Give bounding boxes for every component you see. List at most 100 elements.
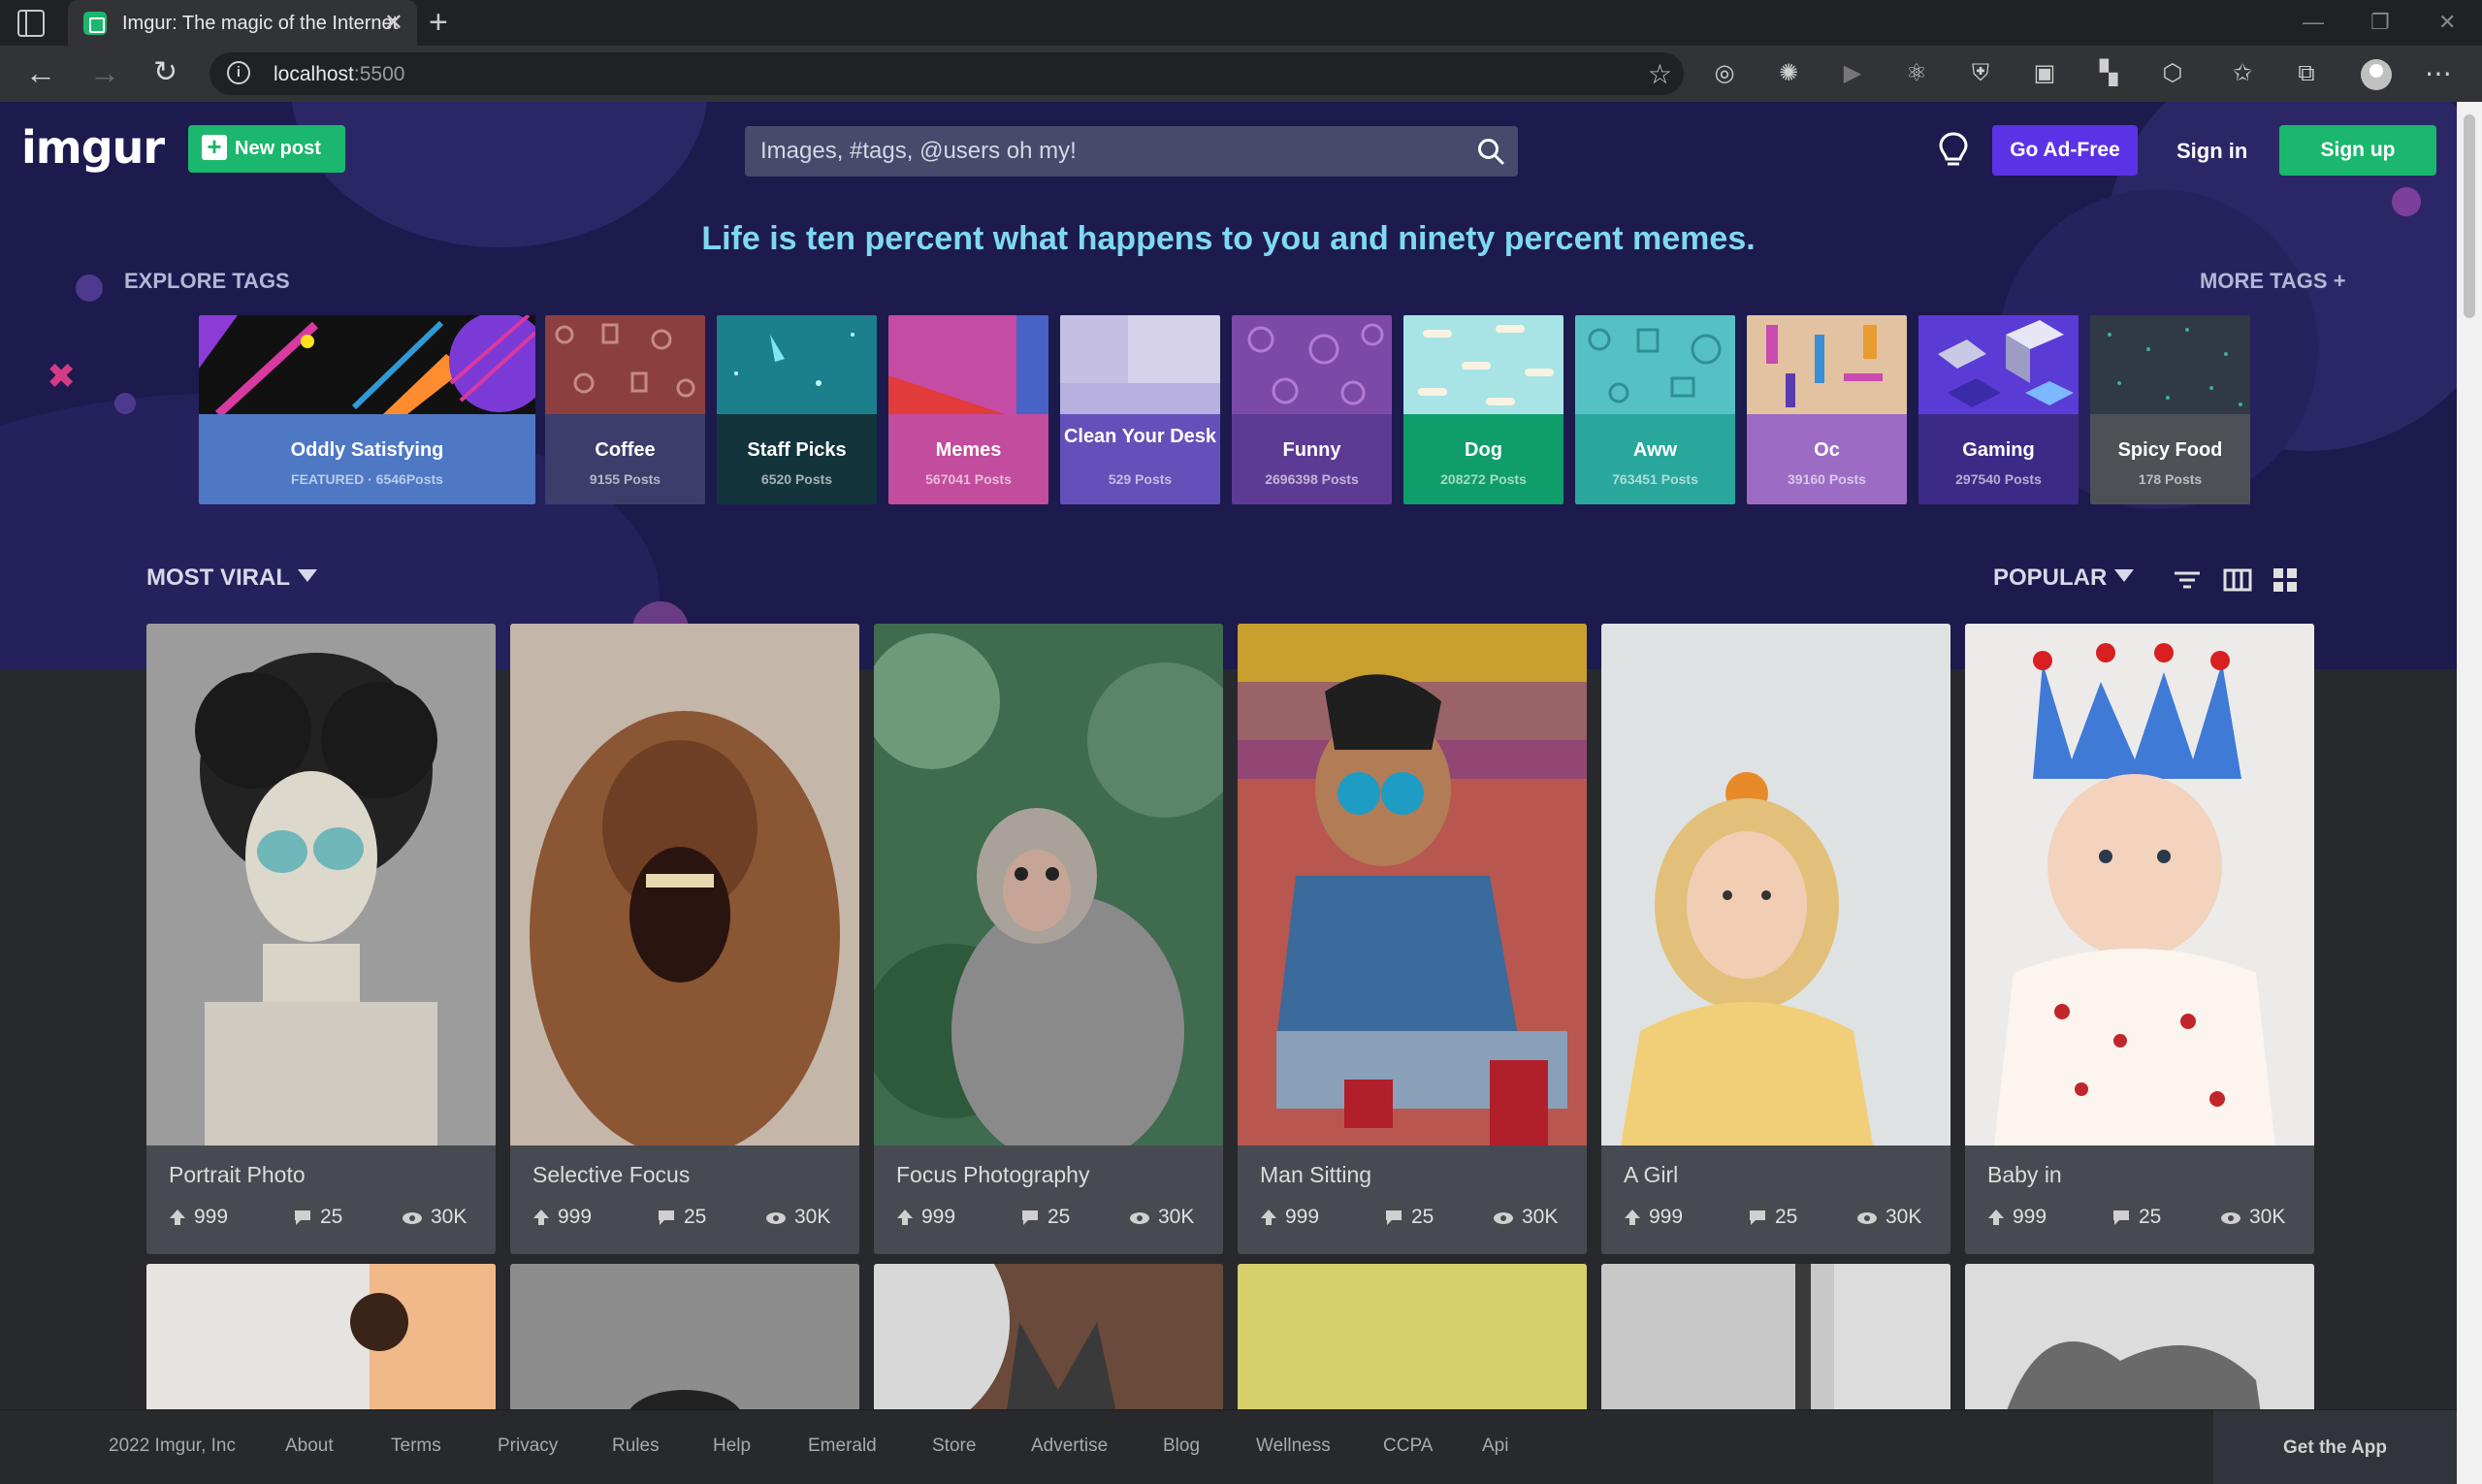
comment-stat[interactable]: 25: [1748, 1206, 1797, 1229]
url-host: localhost: [274, 63, 354, 85]
footer-link-emerald[interactable]: Emerald: [808, 1436, 877, 1457]
new-post-label: New post: [235, 138, 321, 159]
footer-link-rules[interactable]: Rules: [612, 1436, 660, 1457]
url-field[interactable]: i localhost:5500 ☆: [210, 52, 1684, 95]
sign-in-link[interactable]: Sign in: [2176, 139, 2247, 164]
forward-icon[interactable]: →: [89, 55, 120, 91]
extension-play-icon[interactable]: ▶: [1839, 60, 1866, 87]
comment-icon: [2113, 1210, 2129, 1225]
collections-icon[interactable]: ⧉: [2293, 60, 2320, 87]
comment-stat[interactable]: 25: [1384, 1206, 1434, 1229]
footer-link-store[interactable]: Store: [932, 1436, 976, 1457]
footer-link-wellness[interactable]: Wellness: [1256, 1436, 1331, 1457]
imgur-favicon-icon: [83, 12, 107, 35]
waterfall-view-icon[interactable]: [2223, 565, 2252, 595]
tag-name: Memes: [935, 439, 1002, 461]
comment-stat[interactable]: 25: [657, 1206, 706, 1229]
search-input[interactable]: [745, 126, 1453, 177]
grid-view-icon[interactable]: [2271, 565, 2300, 595]
tag-clean-your-desk[interactable]: Clean Your Desk 529 Posts: [1060, 315, 1220, 504]
footer-link-help[interactable]: Help: [713, 1436, 751, 1457]
new-post-button[interactable]: + New post: [188, 125, 345, 173]
scrollbar-thumb[interactable]: [2464, 114, 2475, 318]
footer-link-ccpa[interactable]: CCPA: [1383, 1436, 1433, 1457]
url-text: localhost:5500: [274, 63, 404, 86]
upvote-stat[interactable]: 999: [896, 1206, 955, 1229]
footer-link-advertise[interactable]: Advertise: [1031, 1436, 1108, 1457]
minimize-icon[interactable]: —: [2303, 10, 2324, 35]
sign-up-button[interactable]: Sign up: [2279, 125, 2436, 176]
tag-post-count: FEATURED · 6546Posts: [291, 471, 443, 487]
upvote-count: 999: [921, 1206, 956, 1228]
tab-close-icon[interactable]: ✕: [384, 9, 403, 37]
tag-image: [888, 315, 1048, 414]
browser-tab[interactable]: Imgur: The magic of the Internet ✕: [68, 0, 417, 46]
comment-stat[interactable]: 25: [293, 1206, 342, 1229]
upvote-stat[interactable]: 999: [532, 1206, 592, 1229]
tag-oc[interactable]: Oc 39160 Posts: [1747, 315, 1907, 504]
post-card[interactable]: Focus Photography 999 25 30K: [874, 624, 1223, 1254]
bg-cross: ✖: [47, 356, 77, 396]
popular-dropdown[interactable]: POPULAR: [1993, 565, 2135, 592]
tag-image: [1060, 315, 1220, 414]
upvote-stat[interactable]: 999: [1987, 1206, 2047, 1229]
go-ad-free-button[interactable]: Go Ad-Free: [1992, 125, 2138, 176]
footer-link-terms[interactable]: Terms: [391, 1436, 441, 1457]
post-card[interactable]: Baby in 999 25 30K: [1965, 624, 2314, 1254]
tag-memes[interactable]: Memes 567041 Posts: [888, 315, 1048, 504]
close-window-icon[interactable]: ✕: [2438, 10, 2456, 35]
footer-link-blog[interactable]: Blog: [1163, 1436, 1200, 1457]
extension-shield-icon[interactable]: ⛨: [1967, 60, 1994, 87]
upvote-stat[interactable]: 999: [1624, 1206, 1683, 1229]
comment-stat[interactable]: 25: [2111, 1206, 2161, 1229]
upvote-stat[interactable]: 999: [1260, 1206, 1319, 1229]
tag-gaming[interactable]: Gaming 297540 Posts: [1918, 315, 2079, 504]
tag-image: [1403, 315, 1563, 414]
extension-window-icon[interactable]: ▣: [2031, 60, 2058, 87]
hero-quote: Life is ten percent what happens to you …: [701, 220, 1756, 257]
footer-link-privacy[interactable]: Privacy: [498, 1436, 558, 1457]
get-the-app-button[interactable]: Get the App: [2213, 1410, 2457, 1484]
tag-post-count: 2696398 Posts: [1265, 471, 1359, 487]
upvote-stat[interactable]: 999: [169, 1206, 228, 1229]
imgur-logo[interactable]: imgur: [21, 121, 165, 174]
tag-coffee[interactable]: Coffee 9155 Posts: [545, 315, 705, 504]
extensions-icon[interactable]: ⬡: [2159, 60, 2186, 87]
back-icon[interactable]: ←: [25, 55, 56, 91]
extension-bug-icon[interactable]: ✺: [1775, 60, 1802, 87]
most-viral-dropdown[interactable]: MOST VIRAL: [146, 565, 317, 592]
tag-aww[interactable]: Aww 763451 Posts: [1575, 315, 1735, 504]
restore-icon[interactable]: ❐: [2370, 10, 2390, 35]
tag-staff-picks[interactable]: Staff Picks 6520 Posts: [717, 315, 877, 504]
new-tab-icon[interactable]: +: [429, 4, 448, 42]
footer-link-about[interactable]: About: [285, 1436, 334, 1457]
more-menu-icon[interactable]: ⋯: [2425, 60, 2452, 87]
post-card[interactable]: Man Sitting 999 25 30K: [1238, 624, 1587, 1254]
profile-avatar[interactable]: [2361, 59, 2392, 90]
search-icon[interactable]: [1477, 138, 1504, 165]
reload-icon[interactable]: ↻: [153, 55, 177, 89]
tag-name: Oc: [1814, 439, 1840, 461]
tag-label-area: Oddly Satisfying FEATURED · 6546Posts: [199, 414, 535, 504]
comment-count: 25: [1775, 1206, 1798, 1228]
tag-funny[interactable]: Funny 2696398 Posts: [1232, 315, 1392, 504]
extension-react-icon[interactable]: ⚛: [1903, 60, 1930, 87]
more-tags-link[interactable]: MORE TAGS +: [2200, 269, 2346, 294]
post-card[interactable]: Selective Focus 999 25 30K: [510, 624, 859, 1254]
post-card[interactable]: A Girl 999 25 30K: [1601, 624, 1950, 1254]
filter-icon[interactable]: [2173, 565, 2202, 595]
favorites-icon[interactable]: ✩: [2229, 60, 2256, 87]
tag-oddly-satisfying[interactable]: Oddly Satisfying FEATURED · 6546Posts: [199, 315, 535, 504]
favorite-add-icon[interactable]: ☆: [1648, 58, 1672, 90]
sidebar-toggle-icon[interactable]: [17, 10, 45, 37]
tag-dog[interactable]: Dog 208272 Posts: [1403, 315, 1563, 504]
comment-stat[interactable]: 25: [1020, 1206, 1070, 1229]
site-info-icon[interactable]: i: [227, 61, 250, 84]
extension-tool-icon[interactable]: ▚: [2095, 60, 2122, 87]
lightbulb-icon[interactable]: [1936, 131, 1971, 170]
post-card[interactable]: Portrait Photo 999 25 30K: [146, 624, 496, 1254]
footer-link-api[interactable]: Api: [1482, 1436, 1508, 1457]
extension-glasses-icon[interactable]: ◎: [1711, 60, 1738, 87]
tag-name: Funny: [1282, 439, 1341, 461]
tag-spicy-food[interactable]: Spicy Food 178 Posts: [2090, 315, 2250, 504]
